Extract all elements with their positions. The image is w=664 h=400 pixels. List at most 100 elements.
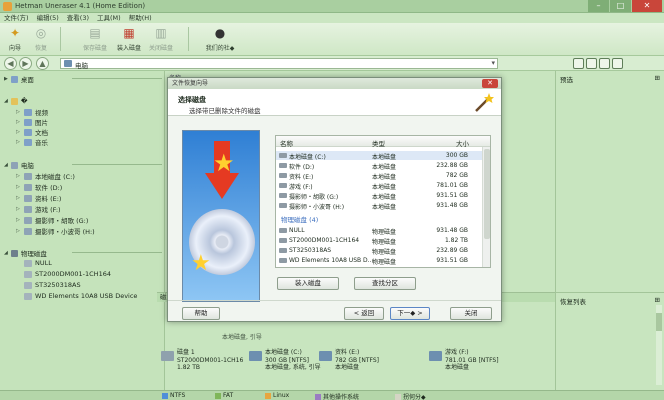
mount-disk-icon: ▦	[123, 26, 135, 40]
menu-help[interactable]: 帮助(H)	[129, 13, 152, 23]
menu-edit[interactable]: 编辑(5)	[37, 13, 59, 23]
drive-icon	[24, 216, 32, 224]
view-detail-icon[interactable]	[599, 58, 610, 69]
list-item[interactable]: 资料 (E:) 本地磁盘 782 GB	[276, 171, 482, 181]
hard-disk-icon	[24, 270, 32, 278]
legend-unallocated: 拐何分◆	[395, 392, 426, 400]
list-item[interactable]: 摄影师・小波哥 (H:) 本地磁盘 931.48 GB	[276, 201, 482, 211]
collapse-icon: ◢	[4, 250, 8, 256]
tree-item-disk-st2000[interactable]: ST2000DM001-1CH164	[24, 270, 111, 278]
tree-item-documents[interactable]: ▷ 文档	[16, 127, 48, 137]
column-size[interactable]: 大小	[456, 138, 469, 148]
tree-item-disk-st3250[interactable]: ST3250318AS	[24, 281, 81, 289]
legend-linux: Linux	[265, 392, 289, 399]
disk-select-list[interactable]: 名称 类型 大小 本地磁盘 (C:) 本地磁盘 300 GB 软件 (D:) 本地磁盘…	[275, 135, 491, 268]
tree-desktop[interactable]: ▶ 桌面	[4, 74, 34, 84]
wizard-button[interactable]: ✦ 向导	[4, 25, 26, 55]
menu-tools[interactable]: 工具(M)	[97, 13, 121, 23]
legend-ntfs: NTFS	[162, 392, 185, 399]
tree-item-drive-g[interactable]: ▷ 摄影师・胡歌 (G:)	[16, 215, 88, 225]
save-disk-button[interactable]: ▤ 保存磁盘	[80, 25, 110, 55]
collapse-icon: ◢	[4, 162, 8, 168]
legend-fat: FAT	[215, 392, 233, 399]
computer-icon	[10, 161, 18, 169]
view-preview-icon[interactable]	[612, 58, 623, 69]
tree-item-pictures[interactable]: ▷ 图片	[16, 117, 48, 127]
tree-item-videos[interactable]: ▷ 视频	[16, 107, 48, 117]
tree-user[interactable]: ◢ �	[4, 97, 28, 105]
user-folder-icon	[10, 97, 18, 105]
tree-physical-disks[interactable]: ◢ 物理磁盘	[4, 248, 47, 258]
menu-view[interactable]: 查看(3)	[67, 13, 89, 23]
list-item[interactable]: NULL 物理磁盘 931.48 GB	[276, 226, 482, 236]
list-scrollbar[interactable]	[482, 147, 490, 267]
menu-file[interactable]: 文件(方)	[4, 13, 29, 23]
back-button[interactable]: < 返回	[344, 307, 384, 320]
star-icon: ★	[213, 149, 235, 177]
maximize-button[interactable]: □	[610, 0, 632, 12]
toolbar-separator	[188, 27, 189, 51]
legend-swatch	[162, 392, 168, 399]
tree-item-drive-d[interactable]: ▷ 软件 (D:)	[16, 182, 62, 192]
mount-disk-button[interactable]: 装入磁盘	[277, 277, 339, 290]
back-nav-button[interactable]: ◀	[4, 57, 17, 70]
about-button[interactable]: ● 我们的社◆	[202, 25, 238, 55]
tree-item-drive-c[interactable]: ▷ 本地磁盘 (C:)	[16, 171, 75, 181]
list-item[interactable]: 摄影师・胡歌 (G:) 本地磁盘 931.51 GB	[276, 191, 482, 201]
video-icon	[24, 108, 32, 116]
close-disk-button[interactable]: ▥ 关闭磁盘	[146, 25, 176, 55]
pane-pin-icon[interactable]: ⊞	[655, 296, 660, 304]
list-header: 名称 类型 大小	[276, 136, 490, 148]
view-large-icon[interactable]	[573, 58, 584, 69]
drive-icon	[24, 183, 32, 191]
column-name[interactable]: 名称	[280, 138, 293, 148]
partition-c-box[interactable]: 本地磁盘 (C:) 300 GB [NTFS] 本地磁盘, 系统, 引导	[249, 349, 321, 379]
chevron-down-icon[interactable]: ▾	[491, 59, 495, 67]
tree-item-drive-e[interactable]: ▷ 资料 (E:)	[16, 193, 61, 203]
find-partition-button[interactable]: 查找分区	[354, 277, 416, 290]
minimize-button[interactable]: –	[588, 0, 610, 12]
list-item[interactable]: WD Elements 10A8 USB D... 物理磁盘 931.51 GB	[276, 256, 482, 266]
list-item[interactable]: ST3250318AS 物理磁盘 232.89 GB	[276, 246, 482, 256]
address-input[interactable]: 电脑 ▾	[60, 58, 498, 70]
address-bar: ◀ ▶ ▲ 电脑 ▾	[0, 56, 664, 71]
music-icon	[24, 138, 32, 146]
view-list-icon[interactable]	[586, 58, 597, 69]
drive-icon	[319, 351, 332, 361]
dialog-close-button[interactable]: ✕	[482, 79, 498, 88]
forward-nav-button[interactable]: ▶	[19, 57, 32, 70]
tree-item-music[interactable]: ▷ 音乐	[16, 137, 48, 147]
column-type[interactable]: 类型	[372, 138, 385, 148]
list-item[interactable]: ST2000DM001-1CH164 物理磁盘 1.82 TB	[276, 236, 482, 246]
partition-f-box[interactable]: 游戏 (F:) 781.01 GB [NTFS] 本地磁盘	[429, 349, 501, 379]
group-physical-disks[interactable]: 物理磁盘 (4)	[281, 214, 318, 224]
up-nav-button[interactable]: ▲	[36, 57, 49, 70]
tree-item-disk-wd[interactable]: WD Elements 10A8 USB Device	[24, 292, 137, 300]
close-window-button[interactable]: ✕	[632, 0, 662, 12]
hard-disk-icon	[24, 281, 32, 289]
tree-item-drive-f[interactable]: ▷ 游戏 (F:)	[16, 204, 61, 214]
next-button[interactable]: 下一◆ >	[390, 307, 430, 320]
list-item[interactable]: 软件 (D:) 本地磁盘 232.88 GB	[276, 161, 482, 171]
disk-1-box[interactable]: 磁盘 1 ST2000DM001-1CH16 1.82 TB	[161, 349, 243, 379]
status-bar-legend: NTFS FAT Linux 其他操作系统 拐何分◆	[0, 390, 664, 400]
menu-bar: 文件(方) 编辑(5) 查看(3) 工具(M) 帮助(H)	[0, 13, 664, 23]
recovery-scrollbar[interactable]	[656, 305, 662, 385]
help-button[interactable]: 帮助	[182, 307, 220, 320]
recovery-wizard-dialog: 文件恢复向导 ✕ 选择磁盘 选择带已删除文件的磁盘 ★ ★ 名称 类型 大小 本…	[167, 77, 502, 322]
dialog-caption: 文件恢复向导	[168, 78, 501, 89]
close-button[interactable]: 关闭	[450, 307, 492, 320]
tree-item-disk-null[interactable]: NULL	[24, 259, 52, 267]
tree-computer[interactable]: ◢ 电脑	[4, 160, 34, 170]
person-icon: ●	[214, 26, 226, 40]
pane-pin-icon[interactable]: ⊞	[655, 74, 660, 82]
drive-icon	[24, 172, 32, 180]
mount-disk-button[interactable]: ▦ 装入磁盘	[114, 25, 144, 55]
scroll-thumb[interactable]	[484, 149, 490, 239]
list-item[interactable]: 游戏 (F:) 本地磁盘 781.01 GB	[276, 181, 482, 191]
tree-item-drive-h[interactable]: ▷ 摄影师・小波哥 (H:)	[16, 226, 95, 236]
partition-e-box[interactable]: 资料 (E:) 782 GB [NTFS] 本地磁盘	[319, 349, 391, 379]
list-item[interactable]: 本地磁盘 (C:) 本地磁盘 300 GB	[276, 151, 482, 161]
recover-button[interactable]: ◎ 恢复	[30, 25, 52, 55]
scroll-thumb[interactable]	[656, 313, 662, 331]
